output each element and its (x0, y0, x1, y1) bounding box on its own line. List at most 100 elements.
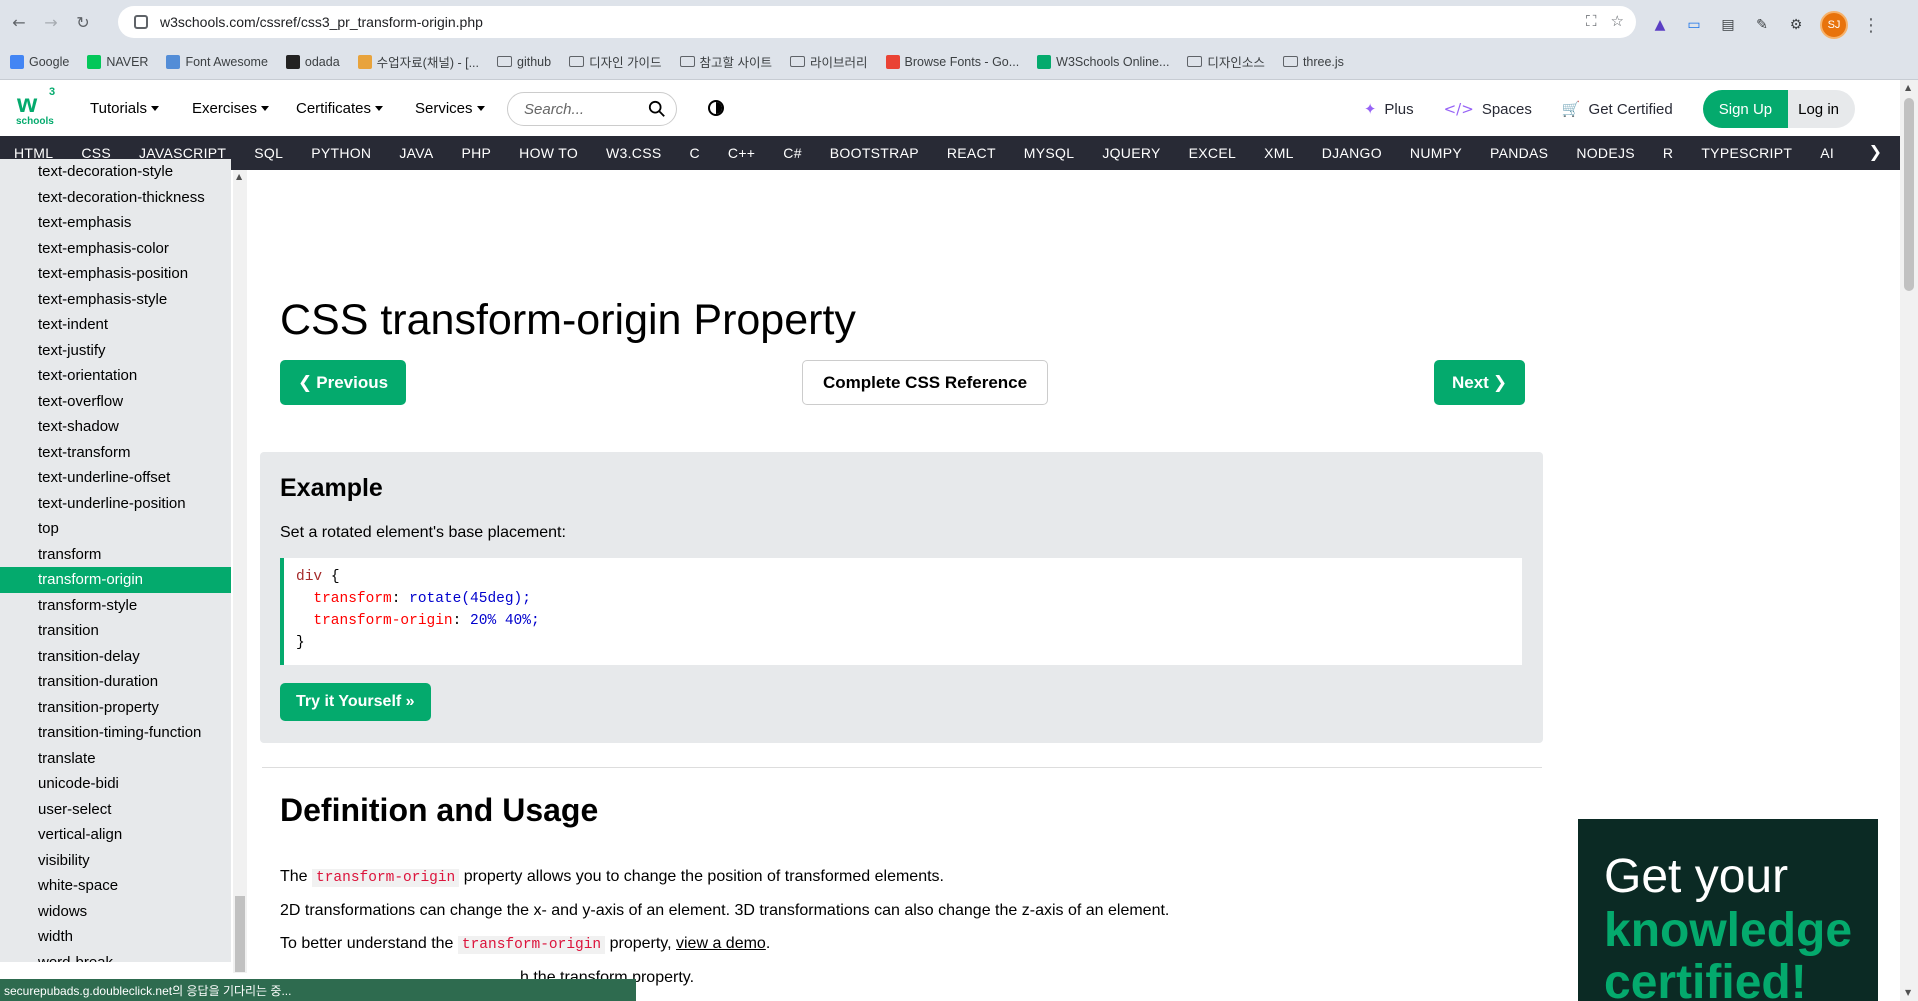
signup-button[interactable]: Sign Up (1702, 90, 1789, 128)
extensions-puzzle-icon[interactable]: ⚙ (1786, 15, 1806, 35)
sidebar-item-word-break[interactable]: word-break (0, 950, 231, 962)
sidebar-item-text-shadow[interactable]: text-shadow (0, 414, 231, 440)
sidebar-item-transition-delay[interactable]: transition-delay (0, 644, 231, 670)
extension-screen-icon[interactable]: ▤ (1718, 15, 1738, 35)
bookmark-item[interactable]: Google (10, 54, 69, 69)
subnav-item-bootstrap[interactable]: BOOTSTRAP (816, 145, 933, 161)
complete-css-reference-button[interactable]: Complete CSS Reference (802, 360, 1049, 405)
subnav-item-sql[interactable]: SQL (240, 145, 297, 161)
back-button[interactable]: ← (8, 11, 30, 33)
bookmark-item[interactable]: 참고할 사이트 (679, 52, 772, 71)
extension-doc-icon[interactable]: ▭ (1684, 15, 1704, 35)
subnav-item-django[interactable]: DJANGO (1308, 145, 1396, 161)
sidebar-item-transition[interactable]: transition (0, 618, 231, 644)
page-scroll-thumb[interactable] (1904, 98, 1914, 291)
sidebar-item-user-select[interactable]: user-select (0, 797, 231, 823)
bookmark-item[interactable]: github (497, 55, 551, 69)
bookmark-item[interactable]: 수업자료(채널) - [... (357, 52, 479, 71)
sidebar-item-text-orientation[interactable]: text-orientation (0, 363, 231, 389)
subnav-item-c-[interactable]: C# (769, 145, 816, 161)
site-info-icon[interactable] (134, 15, 148, 29)
subnav-item-ai[interactable]: AI (1806, 145, 1848, 161)
sidebar-item-text-emphasis[interactable]: text-emphasis (0, 210, 231, 236)
sidebar-item-visibility[interactable]: visibility (0, 848, 231, 874)
extension-badge-icon[interactable]: ▲ (1650, 15, 1670, 35)
sidebar-item-text-emphasis-color[interactable]: text-emphasis-color (0, 236, 231, 262)
w3schools-logo[interactable]: w 3 schools (14, 86, 56, 130)
spaces-link[interactable]: </> Spaces (1444, 100, 1532, 118)
sidebar-item-top[interactable]: top (0, 516, 231, 542)
search-box[interactable] (507, 92, 677, 126)
bookmark-item[interactable]: Font Awesome (166, 54, 268, 69)
subnav-item-c[interactable]: C (676, 145, 714, 161)
extension-picker-icon[interactable]: ✎ (1752, 15, 1772, 35)
sidebar-item-text-decoration-style[interactable]: text-decoration-style (0, 159, 231, 185)
view-demo-link[interactable]: view a demo (676, 935, 766, 952)
bookmark-item[interactable]: odada (285, 54, 340, 69)
sidebar-item-width[interactable]: width (0, 924, 231, 950)
get-certified-link[interactable]: 🛒 Get Certified (1562, 100, 1673, 118)
subnav-item-java[interactable]: JAVA (385, 145, 447, 161)
sidebar-scrollbar[interactable]: ▲ (233, 170, 247, 973)
menu-tutorials[interactable]: Tutorials (90, 100, 159, 117)
sidebar-item-text-justify[interactable]: text-justify (0, 338, 231, 364)
bookmark-item[interactable]: NAVER (87, 54, 148, 69)
login-button[interactable]: Log in (1788, 90, 1855, 128)
address-bar[interactable]: w3schools.com/cssref/css3_pr_transform-o… (118, 6, 1636, 38)
bookmark-item[interactable]: Browse Fonts - Go... (885, 54, 1019, 69)
sidebar-item-text-indent[interactable]: text-indent (0, 312, 231, 338)
scroll-down-icon[interactable]: ▼ (1905, 988, 1911, 997)
subnav-item-xml[interactable]: XML (1250, 145, 1308, 161)
sidebar-item-transition-property[interactable]: transition-property (0, 695, 231, 721)
sidebar-item-text-transform[interactable]: text-transform (0, 440, 231, 466)
subnav-item-nodejs[interactable]: NODEJS (1562, 145, 1649, 161)
subnav-item-pandas[interactable]: PANDAS (1476, 145, 1562, 161)
sidebar-item-text-underline-offset[interactable]: text-underline-offset (0, 465, 231, 491)
bookmark-item[interactable]: 디자인 가이드 (569, 52, 662, 71)
sidebar-item-transform-origin[interactable]: transform-origin (0, 567, 231, 593)
subnav-item-typescript[interactable]: TYPESCRIPT (1687, 145, 1806, 161)
subnav-item-python[interactable]: PYTHON (297, 145, 385, 161)
sidebar-item-transform-style[interactable]: transform-style (0, 593, 231, 619)
bookmark-star-icon[interactable]: ☆ (1611, 12, 1624, 30)
sidebar-item-text-emphasis-style[interactable]: text-emphasis-style (0, 287, 231, 313)
sidebar-item-widows[interactable]: widows (0, 899, 231, 925)
search-input[interactable] (524, 100, 634, 118)
subnav-item-jquery[interactable]: JQUERY (1088, 145, 1174, 161)
chevron-right-icon[interactable]: ❯ (1869, 142, 1882, 161)
sidebar-item-transition-timing-function[interactable]: transition-timing-function (0, 720, 231, 746)
sidebar-item-text-decoration-thickness[interactable]: text-decoration-thickness (0, 185, 231, 211)
sidebar-item-translate[interactable]: translate (0, 746, 231, 772)
sidebar-item-unicode-bidi[interactable]: unicode-bidi (0, 771, 231, 797)
next-button[interactable]: Next ❯ (1434, 360, 1526, 405)
menu-services[interactable]: Services (415, 100, 485, 117)
subnav-item-r[interactable]: R (1649, 145, 1687, 161)
sidebar-item-text-overflow[interactable]: text-overflow (0, 389, 231, 415)
bookmark-item[interactable]: 디자인소스 (1187, 52, 1265, 71)
subnav-item-excel[interactable]: EXCEL (1175, 145, 1250, 161)
subnav-item-numpy[interactable]: NUMPY (1396, 145, 1476, 161)
plus-link[interactable]: ✦ Plus (1364, 100, 1414, 118)
bookmark-item[interactable]: 라이브러리 (790, 52, 868, 71)
translate-icon[interactable]: ⛶ (1586, 12, 1597, 30)
bookmark-item[interactable]: W3Schools Online... (1037, 54, 1169, 69)
reload-button[interactable]: ↻ (72, 11, 94, 33)
sidebar-item-transition-duration[interactable]: transition-duration (0, 669, 231, 695)
subnav-item-how-to[interactable]: HOW TO (505, 145, 592, 161)
sidebar-scroll-thumb[interactable] (235, 896, 245, 972)
certification-ad[interactable]: Get your knowledge certified! (1578, 819, 1878, 1001)
url-text[interactable]: w3schools.com/cssref/css3_pr_transform-o… (160, 14, 483, 30)
sidebar-item-white-space[interactable]: white-space (0, 873, 231, 899)
subnav-item-mysql[interactable]: MYSQL (1010, 145, 1089, 161)
previous-button[interactable]: ❮ Previous (280, 360, 407, 405)
browser-menu-icon[interactable]: ⋮ (1862, 15, 1880, 36)
scroll-up-icon[interactable]: ▲ (1905, 83, 1911, 92)
page-scrollbar[interactable]: ▲ ▼ (1900, 80, 1918, 1001)
bookmark-item[interactable]: three.js (1282, 55, 1344, 69)
menu-certificates[interactable]: Certificates (296, 100, 384, 117)
forward-button[interactable]: → (40, 11, 62, 33)
scroll-up-icon[interactable]: ▲ (236, 172, 242, 181)
sidebar-item-text-emphasis-position[interactable]: text-emphasis-position (0, 261, 231, 287)
subnav-item-php[interactable]: PHP (447, 145, 505, 161)
sidebar-item-text-underline-position[interactable]: text-underline-position (0, 491, 231, 517)
